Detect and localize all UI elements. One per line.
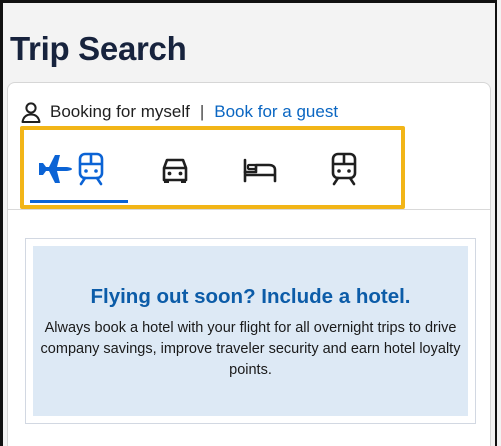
train-icon — [331, 152, 357, 186]
tab-rail[interactable] — [329, 152, 359, 186]
active-tab-indicator — [30, 200, 128, 203]
booking-for-myself-label[interactable]: Booking for myself — [50, 102, 190, 122]
travel-mode-tabs — [20, 126, 405, 209]
promo-body: Always book a hotel with your flight for… — [40, 320, 461, 378]
tab-hotel[interactable] — [242, 152, 278, 186]
person-icon — [21, 102, 41, 123]
bed-icon — [243, 158, 277, 183]
tab-car[interactable] — [160, 152, 190, 186]
booking-mode-row: Booking for myself | Book for a guest — [20, 100, 338, 124]
train-icon — [78, 152, 104, 186]
car-icon — [162, 158, 188, 183]
hotel-promo-banner: Flying out soon? Include a hotel. Always… — [33, 246, 468, 416]
book-for-guest-link[interactable]: Book for a guest — [214, 102, 338, 122]
tabs-divider — [8, 209, 490, 210]
promo-heading: Flying out soon? Include a hotel. — [90, 285, 411, 308]
page-title: Trip Search — [10, 30, 187, 67]
airplane-icon — [39, 155, 72, 183]
booking-separator: | — [199, 102, 205, 121]
tab-flight-train[interactable] — [38, 152, 106, 186]
